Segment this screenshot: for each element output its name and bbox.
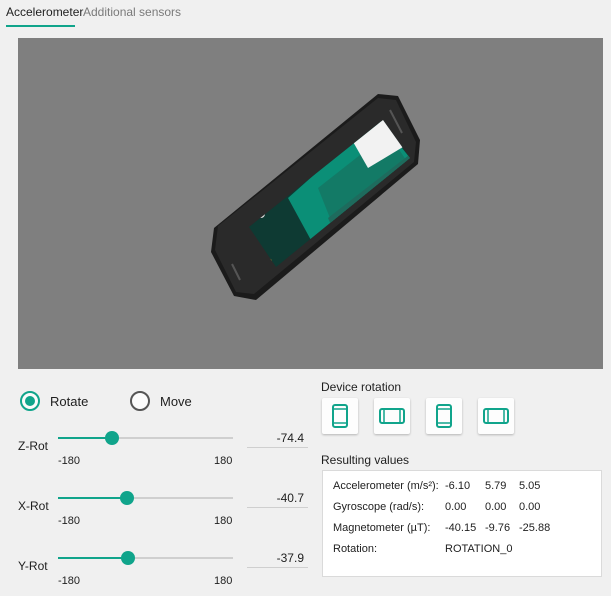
y-rot-value-field[interactable]: -37.9	[247, 548, 308, 568]
rotate-radio-label: Rotate	[50, 393, 89, 409]
z-rot-slider-thumb[interactable]	[105, 431, 119, 445]
move-radio[interactable]: Move	[130, 391, 192, 411]
rotate-reverse-landscape-button[interactable]	[478, 398, 514, 434]
tab-bar: Accelerometer Additional sensors	[0, 0, 611, 30]
tab-additional-sensors[interactable]: Additional sensors	[83, 5, 181, 19]
active-tab-indicator	[6, 25, 75, 27]
resulting-values-panel: Accelerometer (m/s²): -6.10 5.79 5.05 Gy…	[322, 470, 602, 577]
z-rot-max: 180	[214, 455, 233, 467]
x-rot-slider[interactable]	[58, 491, 233, 505]
accelerometer-x: -6.10	[445, 480, 471, 492]
gyroscope-z: 0.00	[519, 501, 541, 513]
x-rot-min: -180	[58, 515, 81, 527]
z-rot-label: Z-Rot	[18, 439, 48, 453]
rotate-portrait-button[interactable]	[322, 398, 358, 434]
gyroscope-y: 0.00	[485, 501, 507, 513]
device-rotation-title: Device rotation	[321, 380, 402, 394]
magnetometer-z: -25.88	[519, 522, 551, 534]
portrait-icon	[332, 404, 348, 428]
y-rot-slider[interactable]	[58, 551, 233, 565]
tab-accelerometer[interactable]: Accelerometer	[6, 5, 83, 19]
y-rot-max: 180	[214, 575, 233, 587]
rotate-landscape-button[interactable]	[374, 398, 410, 434]
landscape-icon	[379, 408, 405, 424]
rotate-radio-indicator	[20, 391, 40, 411]
y-rot-label: Y-Rot	[18, 559, 48, 573]
z-rot-slider-fill	[58, 437, 112, 439]
z-rot-value-field[interactable]: -74.4	[247, 428, 308, 448]
rotate-reverse-portrait-button[interactable]	[426, 398, 462, 434]
y-rot-slider-fill	[58, 557, 128, 559]
magnetometer-label: Magnetometer (µT):	[333, 522, 431, 534]
resulting-values-title: Resulting values	[321, 453, 410, 467]
y-rot-min: -180	[58, 575, 81, 587]
x-rot-value-field[interactable]: -40.7	[247, 488, 308, 508]
x-rot-max: 180	[214, 515, 233, 527]
x-rot-slider-thumb[interactable]	[120, 491, 134, 505]
z-rot-slider[interactable]	[58, 431, 233, 445]
reverse-portrait-icon	[436, 404, 452, 428]
gyroscope-label: Gyroscope (rad/s):	[333, 501, 425, 513]
phone-model-image	[211, 94, 420, 300]
magnetometer-x: -40.15	[445, 522, 477, 534]
gyroscope-x: 0.00	[445, 501, 467, 513]
y-rot-slider-thumb[interactable]	[121, 551, 135, 565]
z-rot-min: -180	[58, 455, 81, 467]
device-3d-viewport[interactable]	[18, 38, 603, 369]
magnetometer-y: -9.76	[485, 522, 511, 534]
x-rot-slider-fill	[58, 497, 127, 499]
accelerometer-z: 5.05	[519, 480, 541, 492]
move-radio-label: Move	[160, 393, 192, 409]
reverse-landscape-icon	[483, 408, 509, 424]
rotation-label: Rotation:	[333, 543, 378, 555]
accelerometer-label: Accelerometer (m/s²):	[333, 480, 439, 492]
move-radio-indicator	[130, 391, 150, 411]
accelerometer-y: 5.79	[485, 480, 507, 492]
rotation-value: ROTATION_0	[445, 543, 513, 555]
x-rot-label: X-Rot	[18, 499, 49, 513]
rotate-radio[interactable]: Rotate	[20, 391, 88, 411]
